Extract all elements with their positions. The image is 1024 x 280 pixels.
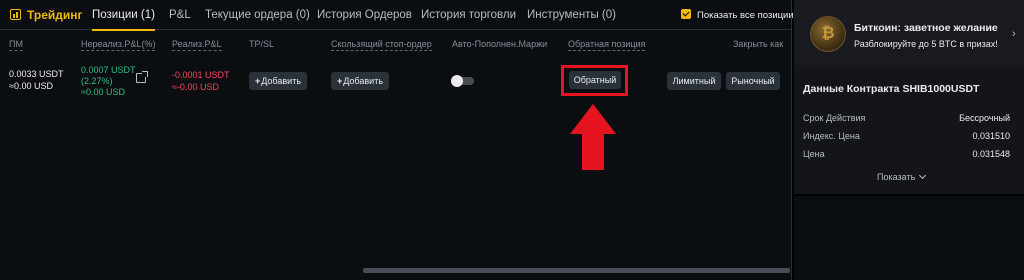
tab-pnl[interactable]: P&L [169, 0, 191, 30]
tab-tools[interactable]: Инструменты (0) [527, 0, 616, 30]
promo-subtitle: Разблокируйте до 5 BTC в призах! [854, 39, 998, 49]
horizontal-scrollbar[interactable] [363, 268, 790, 273]
col-header-unrealized-pnl[interactable]: Нереализ.P&L(%) [81, 39, 156, 51]
tab-trading-label: Трейдинг [27, 8, 83, 22]
tab-trading[interactable]: Трейдинг [10, 0, 83, 30]
add-trailing-stop-button[interactable]: +Добавить [331, 72, 389, 90]
add-tpsl-label: Добавить [261, 76, 302, 86]
index-price-label: Индекс. Цена [803, 131, 860, 141]
toggle-knob [451, 75, 463, 87]
close-limit-button[interactable]: Лимитный [667, 72, 721, 90]
pm-usd: ≈0.00 USD [9, 81, 53, 91]
contract-expiry-value: Бессрочный [959, 113, 1010, 123]
show-more-label: Показать [877, 172, 916, 182]
sidebar-bottom-area [794, 196, 1024, 280]
show-all-label: Показать все позиции [697, 10, 794, 21]
price-value: 0.031548 [972, 149, 1010, 159]
pm-value: 0.0033 USDT [9, 69, 64, 79]
bitcoin-logo-icon: ₿ [810, 16, 846, 52]
chevron-down-icon [919, 171, 927, 180]
col-header-close-by: Закрыть как [733, 39, 784, 49]
auto-margin-toggle[interactable] [451, 75, 474, 87]
realized-pnl-value: -0.0001 USDT [172, 70, 230, 80]
bottom-tabs: Трейдинг Позиции (1) P&L Текущие ордера … [0, 0, 792, 31]
tab-open-orders[interactable]: Текущие ордера (0) [205, 0, 310, 30]
col-header-realized-pnl[interactable]: Реализ.P&L [172, 39, 222, 51]
tab-order-history[interactable]: История Ордеров [317, 0, 412, 30]
add-trailing-stop-label: Добавить [343, 76, 384, 86]
tab-positions[interactable]: Позиции (1) [92, 0, 155, 31]
index-price-value: 0.031510 [972, 131, 1010, 141]
col-header-pm[interactable]: ПМ [9, 39, 23, 51]
plus-icon: + [336, 76, 343, 86]
red-up-arrow-icon [570, 104, 616, 170]
plus-icon: + [254, 76, 261, 86]
chart-icon [10, 9, 21, 20]
col-header-auto-margin: Авто-Пополнен.Маржи [452, 39, 548, 49]
col-header-reverse-position[interactable]: Обратная позиция [568, 39, 646, 51]
realized-pnl-usd: ≈-0.00 USD [172, 82, 219, 92]
show-all-checkbox[interactable] [681, 9, 691, 19]
unrealized-pnl-percent: (2.27%) [81, 76, 113, 86]
close-market-button[interactable]: Рыночный [726, 72, 780, 90]
show-all-positions-toggle[interactable]: Показать все позиции [681, 9, 794, 21]
highlight-box [561, 65, 628, 96]
unrealized-pnl-value: 0.0007 USDT [81, 65, 136, 75]
contract-expiry-label: Срок Действия [803, 113, 866, 123]
promo-title: Биткоин: заветное желание [854, 22, 998, 34]
bitcoin-glyph: ₿ [821, 25, 835, 42]
col-header-tpsl: TP/SL [249, 39, 275, 49]
tab-trade-history[interactable]: История торговли [421, 0, 516, 30]
contract-data-title: Данные Контракта SHIB1000USDT [803, 83, 980, 95]
show-more-button[interactable]: Показать [877, 171, 927, 182]
unrealized-pnl-usd: ≈0.00 USD [81, 87, 125, 97]
add-tpsl-button[interactable]: +Добавить [249, 72, 307, 90]
price-label: Цена [803, 149, 825, 159]
col-header-trailing-stop[interactable]: Скользящий стоп-ордер [331, 39, 432, 51]
chevron-right-icon[interactable]: › [1012, 28, 1016, 40]
share-icon[interactable] [136, 71, 148, 83]
